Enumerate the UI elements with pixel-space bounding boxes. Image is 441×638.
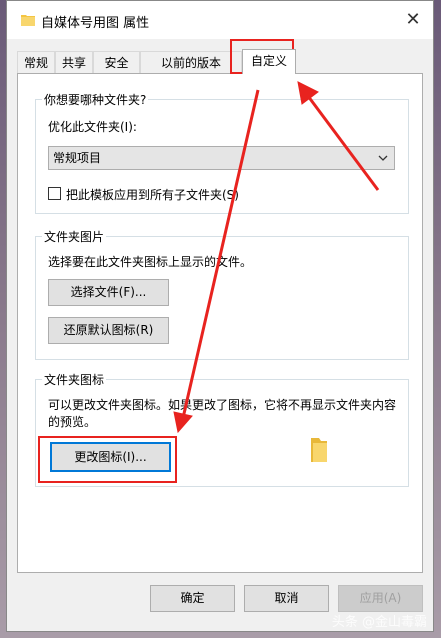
folder-icon [21,15,35,26]
folder-icon-group-title: 文件夹图标 [42,371,107,388]
folder-picture-description: 选择要在此文件夹图标上显示的文件。 [48,255,253,269]
tab-previous-versions[interactable]: 以前的版本 [140,51,242,73]
optimize-group-title: 你想要哪种文件夹? [42,91,149,108]
optimize-label: 优化此文件夹(I): [48,120,137,134]
watermark: 头条 @金山毒霸 [331,615,427,630]
folder-picture-group: 文件夹图片 选择要在此文件夹图标上显示的文件。 选择文件(F)... 还原默认图… [35,228,409,360]
change-icon-button[interactable]: 更改图标(I)... [50,442,171,472]
folder-icon-group: 文件夹图标 可以更改文件夹图标。如果更改了图标，它将不再显示文件夹内容 的预览。… [35,371,409,487]
tab-strip: 常规 共享 安全 以前的版本 自定义 [17,49,427,74]
tab-security[interactable]: 安全 [93,51,140,73]
tab-sharing[interactable]: 共享 [55,51,93,73]
tab-general[interactable]: 常规 [17,51,55,73]
folder-icon-description-1: 可以更改文件夹图标。如果更改了图标，它将不再显示文件夹内容 [48,398,397,412]
close-icon: ✕ [405,9,421,30]
apply-button[interactable]: 应用(A) [338,585,423,612]
close-button[interactable]: ✕ [401,9,425,31]
restore-default-icon-button[interactable]: 还原默认图标(R) [48,317,169,344]
title-bar: 自媒体号用图 属性 ✕ [7,1,433,39]
apply-template-checkbox[interactable] [48,187,61,200]
optimize-select[interactable]: 常规项目 [48,146,395,170]
window-title: 自媒体号用图 属性 [41,16,150,31]
folder-icon-description-2: 的预览。 [48,415,97,429]
properties-dialog: 自媒体号用图 属性 ✕ 常规 共享 安全 以前的版本 自定义 你想要哪种文件夹?… [6,0,434,632]
folder-preview-icon [311,438,327,462]
ok-button[interactable]: 确定 [150,585,235,612]
folder-picture-title: 文件夹图片 [42,228,107,245]
tab-customize[interactable]: 自定义 [242,49,296,74]
choose-file-button[interactable]: 选择文件(F)... [48,279,169,306]
customize-panel: 你想要哪种文件夹? 优化此文件夹(I): 常规项目 把此模板应用到所有子文件夹(… [17,73,423,573]
optimize-select-value: 常规项目 [53,151,102,165]
optimize-group: 你想要哪种文件夹? 优化此文件夹(I): 常规项目 把此模板应用到所有子文件夹(… [35,91,409,214]
cancel-button[interactable]: 取消 [244,585,329,612]
apply-template-label: 把此模板应用到所有子文件夹(S) [66,188,239,202]
chevron-down-icon [378,155,388,161]
